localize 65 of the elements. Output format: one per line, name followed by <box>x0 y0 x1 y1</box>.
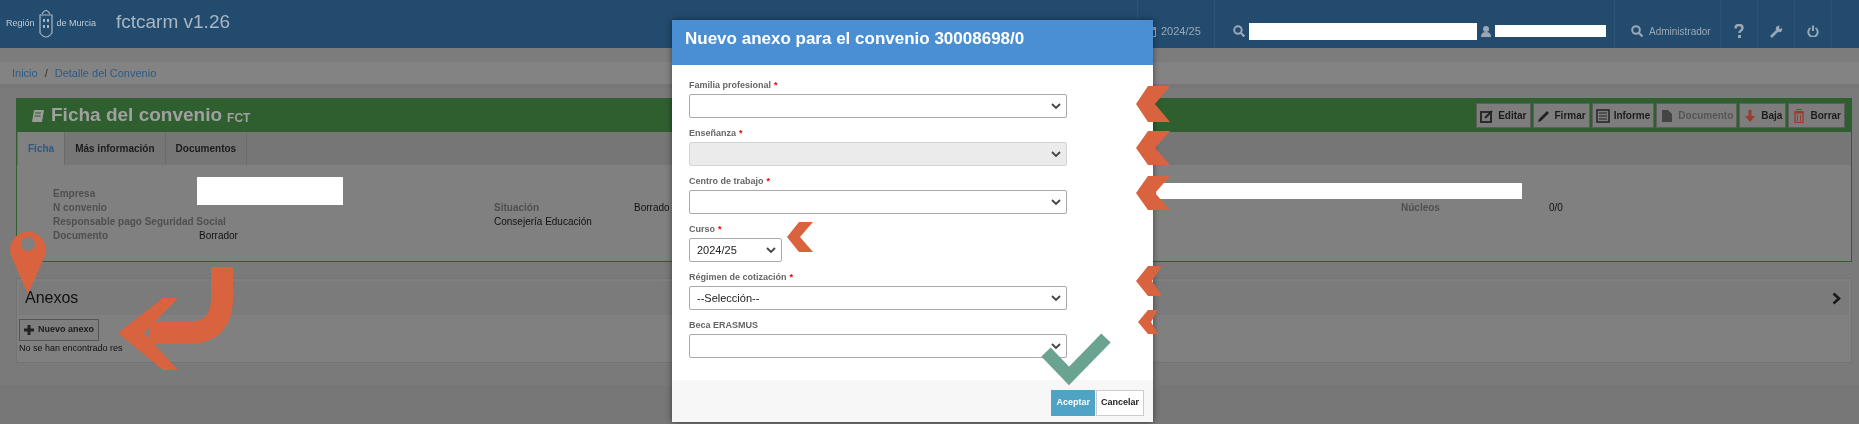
field-value: Consejería Educación <box>494 215 592 229</box>
pencil-icon <box>1536 108 1551 123</box>
tab[interactable]: Documentos <box>165 132 248 165</box>
caret-icon <box>1051 294 1061 302</box>
app-title: fctcarm v1.26 <box>115 10 231 34</box>
card-subtitle: FCT <box>227 109 251 127</box>
select-field[interactable]: 2024/25 <box>689 238 782 262</box>
arrow-down-icon <box>1743 108 1758 123</box>
select-field[interactable] <box>689 94 1067 118</box>
field-label: Régimen de cotización * <box>689 271 794 283</box>
chevron-right-icon <box>1832 291 1841 305</box>
action-button[interactable]: Baja <box>1739 103 1787 128</box>
field-value: 0/0 <box>1549 201 1563 215</box>
logo-text: Región <box>6 17 35 31</box>
pointer-chevron <box>787 222 813 252</box>
card-title: Ficha del convenio <box>51 103 223 128</box>
logo-text: de Murcia <box>56 17 97 31</box>
select-field[interactable] <box>689 334 1067 358</box>
user-icon <box>1481 25 1491 37</box>
field-label: Enseñanza * <box>689 127 743 139</box>
caret-icon <box>1051 342 1061 350</box>
crest-icon <box>37 7 54 41</box>
field-value: Borrador <box>199 229 238 243</box>
dialog-button[interactable]: Cancelar <box>1095 390 1144 416</box>
action-button[interactable]: Informe <box>1591 103 1655 128</box>
role-label[interactable]: Administrador <box>1649 23 1711 39</box>
pointer-chevron <box>1136 266 1162 296</box>
field-label: Beca ERASMUS <box>689 319 759 331</box>
check-mark <box>1041 333 1111 386</box>
power-icon <box>1807 25 1819 37</box>
field-label: Centro de trabajo * <box>689 175 771 187</box>
search-icon <box>1233 25 1245 37</box>
caret-icon <box>766 246 776 254</box>
select-field[interactable]: --Selección-- <box>689 286 1067 310</box>
select-field[interactable] <box>689 190 1067 214</box>
modal-title: Nuevo anexo para el convenio 30008698/0 <box>685 28 1025 50</box>
dialog-button[interactable]: Aceptar <box>1051 390 1095 416</box>
field-label: Curso * <box>689 223 722 235</box>
wrench-icon <box>1769 24 1783 38</box>
pointer-chevron <box>1136 131 1170 165</box>
new-annex-button[interactable]: Nuevo anexo <box>19 319 100 341</box>
empty-message: No se han encontrado res <box>19 342 123 355</box>
action-button[interactable]: Editar <box>1476 103 1531 128</box>
pointer-chevron <box>1136 176 1170 210</box>
book-icon <box>31 108 45 123</box>
action-button[interactable]: Borrar <box>1788 103 1845 128</box>
plus-icon <box>24 325 34 335</box>
pointer-chevron <box>1136 86 1170 122</box>
search-icon <box>1631 25 1643 37</box>
action-button[interactable]: Firmar <box>1532 103 1590 128</box>
edit-icon <box>1480 108 1495 123</box>
trash-icon <box>1792 108 1807 123</box>
breadcrumb-separator: / <box>44 65 48 81</box>
field-label: Familia profesional * <box>689 79 778 91</box>
tab[interactable]: Más información <box>65 132 166 165</box>
field-value: Borrado <box>634 201 670 215</box>
help-icon <box>1734 24 1744 38</box>
caret-icon <box>1051 150 1061 158</box>
course-label: 2024/25 <box>1161 23 1201 39</box>
caret-icon <box>1051 198 1061 206</box>
document-icon <box>1660 108 1675 123</box>
caret-icon <box>1051 102 1061 110</box>
list-icon <box>1595 108 1610 123</box>
pointer-chevron <box>1138 310 1158 334</box>
panel-title: Anexos <box>25 288 79 308</box>
